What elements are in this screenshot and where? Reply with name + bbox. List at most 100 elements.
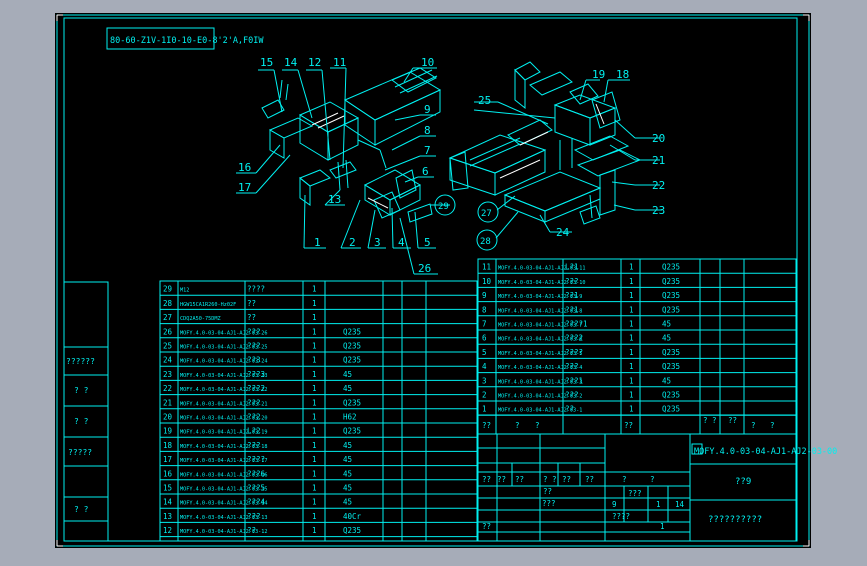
cad-viewport: 80-60-Z1V-1I0-10-E0-8'2'A,F0IW ?????? ? …: [0, 0, 867, 562]
callout-8: 8: [424, 124, 431, 137]
bom-cell-no: 17: [163, 455, 172, 464]
bom-cell-qty: 1: [312, 427, 317, 436]
bom-cell-no: 12: [163, 526, 172, 535]
svg-text:?: ?: [650, 475, 655, 484]
bom-cell-name: ???3: [247, 370, 265, 379]
svg-text:?: ?: [770, 421, 775, 430]
bom-cell-name: L?1: [565, 263, 579, 272]
bom-cell-mat: Q235: [343, 427, 361, 436]
callout-10: 10: [421, 56, 434, 69]
bom-cell-name: ???: [247, 327, 261, 336]
bom-cell-qty: 1: [629, 320, 634, 329]
callout-26: 26: [418, 262, 431, 275]
bom-cell-no: 4: [482, 362, 487, 371]
bom-cell-qty: 1: [312, 327, 317, 336]
bom-cell-name: ??: [247, 526, 256, 535]
bom-cell-code: M12: [180, 288, 189, 294]
svg-text:??: ??: [482, 522, 491, 531]
bom-cell-qty: 1: [629, 334, 634, 343]
bom-cell-no: 23: [163, 370, 172, 379]
bom-cell-no: 13: [163, 512, 172, 521]
callout-3: 3: [374, 236, 381, 249]
callout-13: 13: [328, 193, 341, 206]
bom-cell-no: 27: [163, 313, 172, 322]
bom-cell-no: 21: [163, 398, 172, 407]
bom-cell-name: ???: [565, 391, 579, 400]
callout-2: 2: [349, 236, 356, 249]
bom-cell-mat: 45: [343, 498, 352, 507]
bom-cell-no: 9: [482, 291, 487, 300]
svg-text:1: 1: [656, 500, 661, 509]
bom-cell-mat: 45: [343, 441, 352, 450]
bom-cell-no: 8: [482, 305, 487, 314]
callout-7: 7: [424, 144, 431, 157]
bom-cell-mat: 40Cr: [343, 512, 362, 521]
bom-cell-name: ??: [565, 405, 574, 414]
bom-cell-mat: 45: [343, 384, 352, 393]
bom-cell-qty: 1: [629, 376, 634, 385]
callout-5: 5: [424, 236, 431, 249]
svg-text:???: ???: [628, 489, 642, 498]
bom-cell-qty: 1: [629, 362, 634, 371]
callout-20: 20: [652, 132, 665, 145]
bom-cell-mat: Q235: [343, 356, 361, 365]
callout-1: 1: [314, 236, 321, 249]
svg-text:??: ??: [624, 421, 633, 430]
bom-cell-no: 5: [482, 348, 487, 357]
bom-cell-name: ???: [247, 512, 261, 521]
bom-cell-name: ????: [247, 455, 265, 464]
bom-cell-qty: 1: [312, 285, 317, 294]
title-code-text: 80-60-Z1V-1I0-10-E0-8'2'A,F0IW: [110, 36, 264, 46]
bom-cell-no: 29: [163, 285, 172, 294]
bom-cell-name: ????: [565, 348, 583, 357]
callout-27: 27: [481, 209, 492, 219]
bom-cell-name: ??2: [247, 413, 261, 422]
bom-cell-name: ???2: [565, 334, 583, 343]
bom-cell-qty: 1: [312, 498, 317, 507]
callout-21: 21: [652, 154, 665, 167]
bom-cell-qty: 1: [312, 384, 317, 393]
bom-cell-mat: Q235: [662, 305, 680, 314]
bom-cell-mat: Q235: [662, 348, 680, 357]
bom-cell-no: 11: [482, 263, 491, 272]
svg-text:14: 14: [675, 500, 685, 509]
svg-text:??: ??: [482, 421, 491, 430]
bom-cell-name: ??1: [565, 291, 579, 300]
bom-cell-qty: 1: [629, 391, 634, 400]
bom-cell-qty: 1: [629, 305, 634, 314]
svg-text:?: ?: [535, 421, 540, 430]
bom-cell-mat: 45: [662, 320, 671, 329]
svg-text:??: ??: [728, 416, 737, 425]
bom-cell-no: 10: [482, 277, 492, 286]
svg-text:? ?: ? ?: [703, 416, 717, 425]
bom-cell-qty: 1: [312, 342, 317, 351]
bom-cell-name: ???5: [247, 484, 265, 493]
callout-11: 11: [333, 56, 346, 69]
svg-text:?: ?: [751, 421, 756, 430]
bom-cell-mat: Q235: [343, 327, 361, 336]
bom-cell-name: ????: [247, 285, 265, 294]
bom-cell-mat: Q235: [662, 405, 680, 414]
bom-cell-mat: H62: [343, 413, 357, 422]
bom-cell-qty: 1: [312, 413, 317, 422]
callout-4: 4: [398, 236, 405, 249]
bom-cell-name: ????1: [565, 320, 588, 329]
bom-cell-name: ???: [565, 362, 579, 371]
bom-cell-name: ???6: [247, 469, 266, 478]
bom-cell-mat: 45: [662, 376, 671, 385]
bom-cell-no: 14: [163, 498, 173, 507]
bom-cell-code: CDQ2A50-75DMZ: [180, 316, 221, 322]
svg-text:????: ????: [612, 512, 630, 521]
svg-text:9: 9: [612, 500, 617, 509]
drawing-sheet: 80-60-Z1V-1I0-10-E0-8'2'A,F0IW ?????? ? …: [55, 13, 837, 548]
callout-9: 9: [424, 103, 431, 116]
bom-cell-name: ??1: [565, 305, 579, 314]
bom-cell-qty: 1: [312, 469, 317, 478]
svg-text:?: ?: [515, 421, 520, 430]
callout-15: 15: [260, 56, 273, 69]
bom-cell-qty: 1: [629, 348, 634, 357]
bom-cell-name: ???1: [565, 376, 583, 385]
bom-cell-no: 7: [482, 320, 487, 329]
bom-cell-no: 22: [163, 384, 172, 393]
svg-text:??: ??: [515, 475, 524, 484]
